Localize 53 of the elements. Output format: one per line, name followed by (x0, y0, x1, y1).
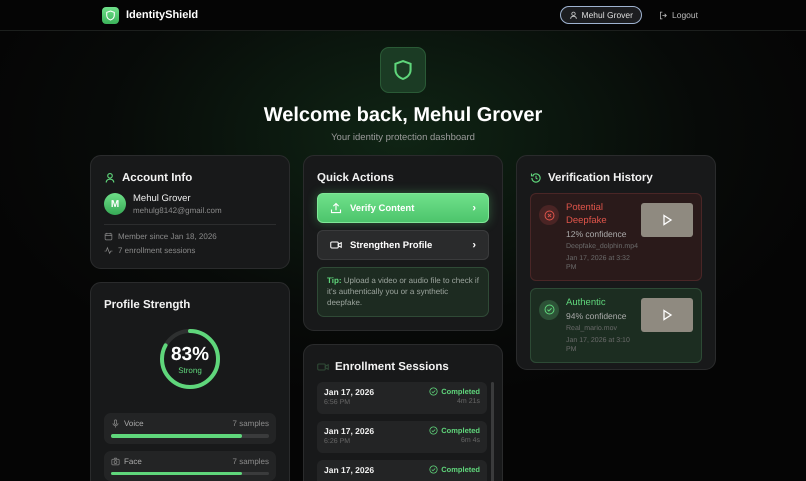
verdict: Potential Deepfake (566, 202, 608, 228)
play-icon (661, 308, 673, 321)
strength-percent: 83% (170, 344, 210, 366)
play-icon (661, 214, 673, 226)
calendar-icon (104, 232, 113, 241)
brand-name: IdentityShield (126, 9, 198, 21)
check-circle-icon (429, 426, 438, 436)
sample-count: 7 samples (232, 456, 269, 466)
logout-button[interactable]: Logout (653, 9, 704, 21)
activity-icon (104, 246, 113, 255)
video-camera-icon (330, 239, 342, 251)
strength-rating: Strong (178, 366, 202, 374)
scrollbar[interactable] (491, 382, 494, 481)
video-thumbnail[interactable] (641, 298, 693, 332)
session-date: Jan 17, 2026 (324, 387, 374, 398)
check-circle-icon (544, 304, 554, 316)
x-circle-icon (544, 210, 554, 220)
check-circle-icon (429, 465, 438, 474)
camera-icon (111, 456, 120, 466)
tip-text: Tip: Upload a video or audio file to check if it's authentically you or a synthetic deepfake. (317, 267, 489, 318)
check-circle-icon (429, 387, 438, 396)
shield-icon (105, 10, 116, 20)
card-title: Profile Strength (104, 299, 190, 311)
confidence: 12% confidence (566, 228, 628, 239)
modality-label: Voice (124, 419, 144, 428)
logout-icon (659, 10, 668, 20)
strengthen-profile-button[interactable]: Strengthen Profile › (317, 230, 489, 260)
card-title: Enrollment Sessions (335, 361, 449, 374)
welcome-title: Welcome back, Mehul Grover (264, 104, 542, 127)
sample-count: 7 samples (232, 419, 269, 428)
history-icon (530, 172, 542, 184)
user-icon (568, 10, 578, 20)
microphone-icon (111, 419, 120, 428)
session-count: 7 enrollment sessions (118, 246, 196, 255)
session-date: Jan 17, 2026 (324, 465, 374, 476)
user-button[interactable]: Mehul Grover (560, 6, 642, 24)
verdict: Authentic (566, 296, 607, 310)
shield-icon (392, 59, 414, 81)
video-thumbnail[interactable] (641, 203, 693, 237)
subtitle: Your identity protection dashboard (331, 132, 475, 143)
card-title: Verification History (548, 172, 653, 184)
member-since: Member since Jan 18, 2026 (118, 232, 217, 241)
card-title: Account Info (122, 172, 192, 184)
modality-label: Face (124, 456, 142, 466)
card-title: Quick Actions (317, 172, 394, 184)
avatar: M (104, 193, 126, 215)
user-name: Mehul Grover (133, 193, 192, 204)
person-icon (104, 172, 116, 184)
video-camera-icon (317, 361, 329, 374)
user-email: mehulg8142@gmail.com (133, 206, 222, 215)
session-date: Jan 17, 2026 (324, 426, 374, 436)
upload-icon (330, 202, 342, 214)
confidence: 94% confidence (566, 310, 628, 321)
